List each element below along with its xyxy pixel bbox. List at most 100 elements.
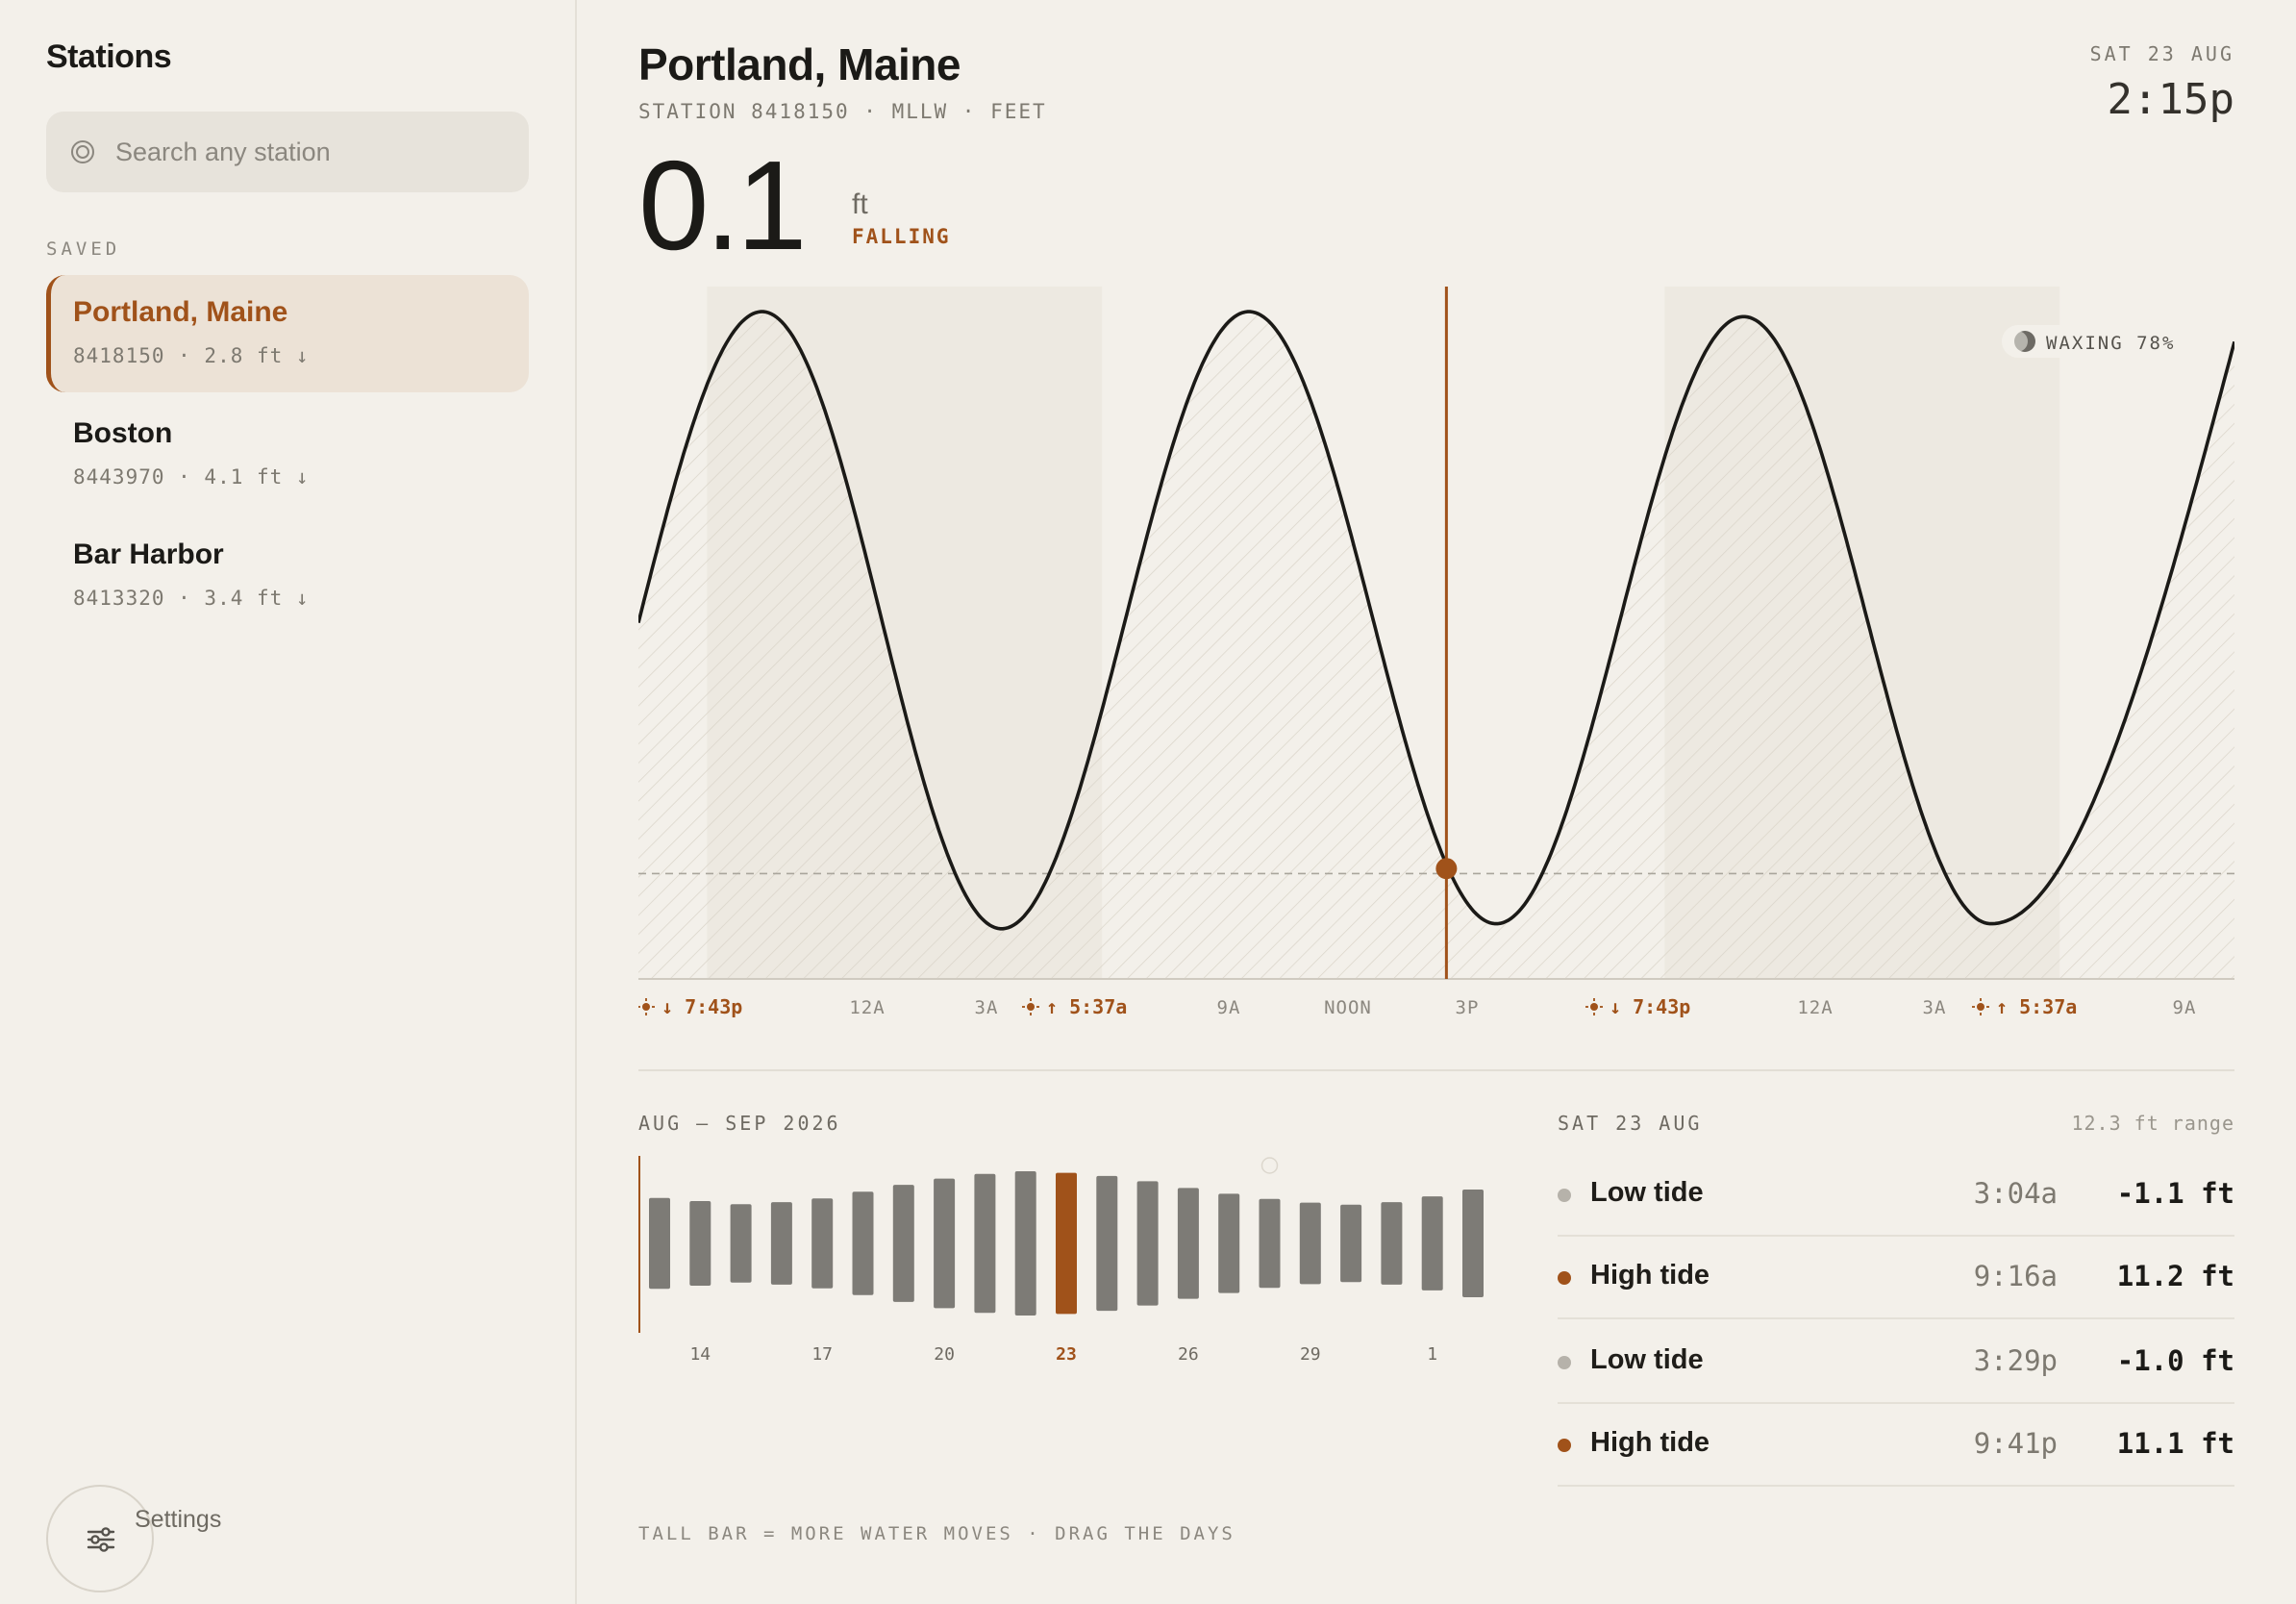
tide-time: 3:29p [1973, 1344, 2058, 1377]
x-tick-label: 12A [1797, 997, 1833, 1018]
sliders-icon [87, 1527, 115, 1552]
sun-icon [1590, 1003, 1598, 1011]
day-bar[interactable] [974, 1173, 996, 1314]
x-tick-label: 9A [1217, 997, 1241, 1018]
day-bar[interactable] [689, 1200, 711, 1287]
tide-trend: FALLING [852, 225, 951, 248]
day-bar[interactable] [1177, 1188, 1199, 1299]
x-tick-label: 3A [975, 997, 999, 1018]
sidebar-title: Stations [46, 38, 172, 75]
station-item-boston[interactable]: Boston 8443970 · 4.1 ft ↓ [46, 396, 529, 514]
current-tide-value: 0.1 [638, 135, 807, 276]
day-label: 1 [1427, 1344, 1437, 1365]
day-bar[interactable] [1014, 1171, 1036, 1316]
sun-icon [1027, 1003, 1035, 1011]
settings-button[interactable] [46, 1485, 154, 1592]
day-bar[interactable] [892, 1185, 914, 1302]
station-name: Portland, Maine [73, 296, 288, 328]
tide-row[interactable]: High tide 9:16a 11.2 ft [1558, 1235, 2234, 1319]
sun-time-label: ↑ 5:37a [1046, 995, 1127, 1018]
tide-row[interactable]: High tide 9:41p 11.1 ft [1558, 1402, 2234, 1487]
day-label: 17 [811, 1344, 833, 1365]
current-time: 2:15p [2107, 75, 2234, 124]
calendar-title: AUG — SEP 2026 [638, 1112, 841, 1135]
full-moon-icon [1260, 1157, 1279, 1174]
sidebar: Stations SAVED Portland, Maine 8418150 ·… [0, 0, 577, 1604]
saved-section-label: SAVED [46, 238, 121, 260]
sun-time-label: ↓ 7:43p [661, 995, 742, 1018]
day-bar[interactable] [1421, 1196, 1443, 1291]
station-item-bar-harbor[interactable]: Bar Harbor 8413320 · 3.4 ft ↓ [46, 517, 529, 635]
day-label: 29 [1300, 1344, 1321, 1365]
tide-type: Low tide [1590, 1344, 1704, 1375]
tide-row[interactable]: Low tide 3:29p -1.0 ft [1558, 1319, 2234, 1404]
sunrise-marker: ↑ 5:37a [1972, 995, 2077, 1018]
tide-time: 3:04a [1973, 1177, 2058, 1210]
day-bar[interactable] [770, 1202, 792, 1285]
station-item-portland[interactable]: Portland, Maine 8418150 · 2.8 ft ↓ [46, 275, 529, 392]
sun-time-label: ↓ 7:43p [1610, 995, 1690, 1018]
day-label: 14 [689, 1344, 711, 1365]
day-bar[interactable] [1340, 1204, 1362, 1283]
tide-time: 9:41p [1973, 1427, 2058, 1460]
low-tide-dot [1558, 1356, 1571, 1369]
tide-type: High tide [1590, 1260, 1710, 1291]
day-label: 26 [1178, 1344, 1199, 1365]
tide-height: 11.1 ft [2116, 1427, 2234, 1460]
x-tick-label: 3P [1456, 997, 1480, 1018]
station-name: Boston [73, 417, 173, 449]
tide-time: 9:16a [1973, 1260, 2058, 1292]
section-divider [638, 1069, 2234, 1071]
day-label: 23 [1056, 1344, 1077, 1365]
day-bar[interactable] [1136, 1181, 1159, 1306]
day-bar[interactable] [934, 1178, 956, 1309]
low-tide-dot [1558, 1189, 1571, 1202]
day-bar[interactable] [1381, 1202, 1403, 1285]
footer-note: TALL BAR = MORE WATER MOVES · DRAG THE D… [638, 1523, 1235, 1544]
sun-icon [1977, 1003, 1984, 1011]
x-tick-label: NOON [1324, 997, 1372, 1018]
day-bar[interactable] [730, 1204, 752, 1283]
tide-chart[interactable]: ↓ 7:43p 12A 3A ↑ 5:37a 9A NOON 3P ↓ 7:43p 12A 3A ↑… [638, 287, 2236, 1037]
day-bar[interactable] [852, 1191, 874, 1295]
x-tick-label: 3A [1923, 997, 1947, 1018]
day-bar[interactable] [1259, 1198, 1281, 1289]
station-subtitle: STATION 8418150 · MLLW · FEET [638, 100, 1047, 123]
tide-table-date: SAT 23 AUG [1558, 1112, 1703, 1135]
station-search[interactable] [46, 112, 529, 192]
moon-badge: WAXING 78% [2002, 325, 2181, 358]
sunrise-marker: ↑ 5:37a [1022, 995, 1127, 1018]
tide-type: High tide [1590, 1427, 1710, 1458]
high-tide-dot [1558, 1439, 1571, 1452]
tide-height: -1.1 ft [2116, 1177, 2234, 1210]
x-tick-label: 9A [2173, 997, 2197, 1018]
main-panel: Portland, Maine STATION 8418150 · MLLW ·… [577, 0, 2296, 1604]
tide-height: -1.0 ft [2116, 1344, 2234, 1377]
settings-label[interactable]: Settings [135, 1506, 221, 1534]
target-icon [71, 140, 94, 163]
sunset-marker: ↓ 7:43p [1585, 995, 1690, 1018]
search-input[interactable] [115, 112, 510, 192]
station-meta: 8413320 · 3.4 ft ↓ [73, 587, 310, 610]
sun-icon [642, 1003, 650, 1011]
high-tide-dot [1558, 1271, 1571, 1285]
day-bar[interactable] [649, 1197, 670, 1290]
current-tide-unit: ft [852, 188, 868, 220]
x-tick-label: 12A [849, 997, 885, 1018]
tidal-range-calendar[interactable]: 14 17 20 23 26 29 1 [638, 1150, 1504, 1381]
now-marker[interactable] [1435, 858, 1458, 880]
day-bar[interactable] [1218, 1193, 1240, 1293]
tide-app: Stations SAVED Portland, Maine 8418150 ·… [0, 0, 2296, 1604]
page-title: Portland, Maine [638, 39, 961, 89]
day-label: 20 [934, 1344, 955, 1365]
day-bar[interactable] [811, 1198, 834, 1289]
station-meta: 8418150 · 2.8 ft ↓ [73, 344, 310, 367]
tide-row[interactable]: Low tide 3:04a -1.1 ft [1558, 1152, 2234, 1237]
day-bar[interactable] [1462, 1190, 1484, 1297]
day-bar[interactable] [1056, 1172, 1077, 1315]
current-date: SAT 23 AUG [2089, 42, 2234, 65]
day-bar[interactable] [1299, 1202, 1321, 1285]
tide-height: 11.2 ft [2116, 1260, 2234, 1292]
day-bar[interactable] [1096, 1175, 1118, 1312]
station-name: Bar Harbor [73, 539, 224, 570]
